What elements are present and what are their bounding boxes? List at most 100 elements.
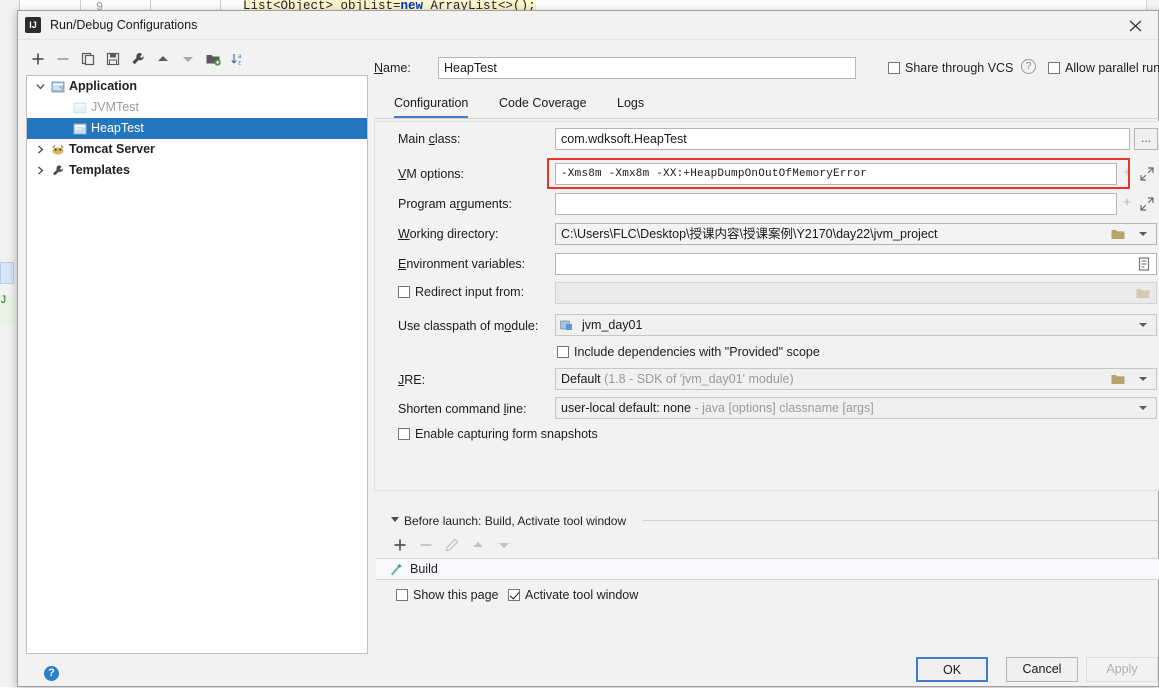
bl-edit-button — [440, 535, 464, 555]
tree-item-label: Tomcat Server — [69, 142, 155, 156]
share-vcs-checkbox-box[interactable] — [888, 62, 900, 74]
shorten-command-value: user-local default: none — [561, 401, 691, 415]
tree-item-label: Templates — [69, 163, 130, 177]
main-class-input[interactable]: com.wdksoft.HeapTest — [555, 128, 1130, 150]
save-configuration-button[interactable] — [101, 47, 125, 71]
shorten-command-hint: - java [options] classname [args] — [694, 401, 874, 415]
include-provided-scope-checkbox[interactable]: Include dependencies with "Provided" sco… — [557, 345, 820, 359]
config-icon — [73, 122, 87, 136]
jre-dropdown-arrow[interactable] — [1139, 377, 1147, 381]
main-class-browse-button[interactable]: ... — [1134, 128, 1158, 150]
svg-text:z: z — [238, 61, 241, 67]
redirect-input-checkbox-box[interactable] — [398, 286, 410, 298]
redirect-input-label: Redirect input from: — [415, 285, 525, 299]
chevron-right-icon[interactable] — [33, 139, 47, 160]
before-launch-task-list[interactable]: Build — [376, 558, 1159, 580]
svg-text:a: a — [238, 54, 242, 60]
edit-templates-button[interactable] — [126, 47, 150, 71]
hammer-icon — [388, 562, 404, 578]
working-directory-browse-icon[interactable] — [1108, 223, 1128, 245]
activate-window-checkbox-box[interactable] — [508, 589, 520, 601]
program-arguments-label: Program arguments: — [398, 197, 512, 211]
jre-combo[interactable]: Default (1.8 - SDK of 'jvm_day01' module… — [555, 368, 1157, 390]
redirect-input-browse-icon — [1133, 282, 1153, 304]
vm-options-expand-icon[interactable] — [1137, 163, 1157, 185]
copy-configuration-button[interactable] — [76, 47, 100, 71]
shorten-command-line-label: Shorten command line: — [398, 402, 527, 416]
application-icon — [51, 80, 65, 94]
main-class-label: Main class: — [398, 132, 461, 146]
working-directory-input[interactable]: C:\Users\FLC\Desktop\授课内容\授课案例\Y2170\day… — [555, 223, 1157, 245]
redirect-input-field — [555, 282, 1157, 304]
configuration-tabs: Configuration Code Coverage Logs — [374, 91, 1159, 119]
wrench-icon — [51, 164, 65, 178]
tree-item-jvmtest[interactable]: JVMTest — [27, 97, 367, 118]
form-snapshots-checkbox-box[interactable] — [398, 428, 410, 440]
activate-tool-window-checkbox[interactable]: Activate tool window — [508, 588, 638, 602]
tab-logs[interactable]: Logs — [617, 91, 644, 118]
configurations-tree[interactable]: Application JVMTest HeapTest Tomcat Server T… — [26, 75, 368, 654]
before-launch-collapse-arrow[interactable] — [391, 517, 399, 522]
include-provided-label: Include dependencies with "Provided" sco… — [574, 345, 820, 359]
remove-configuration-button[interactable] — [51, 47, 75, 71]
configurations-toolbar: az — [26, 47, 368, 73]
classpath-module-dropdown-arrow[interactable] — [1139, 323, 1147, 327]
ok-button[interactable]: OK — [916, 657, 988, 682]
cancel-button[interactable]: Cancel — [1006, 657, 1078, 682]
chevron-down-icon[interactable] — [33, 76, 47, 97]
bl-add-button[interactable] — [388, 535, 412, 555]
move-down-button[interactable] — [176, 47, 200, 71]
tab-code-coverage[interactable]: Code Coverage — [499, 91, 587, 118]
before-launch-header: Before launch: Build, Activate tool wind… — [404, 514, 627, 528]
module-icon — [560, 319, 574, 332]
run-debug-configurations-dialog: IJ Run/Debug Configurations a z Applicat… — [17, 10, 1159, 687]
dialog-titlebar: IJ Run/Debug Configurations — [18, 11, 1158, 40]
redirect-input-checkbox[interactable]: Redirect input from: — [398, 285, 524, 299]
name-input[interactable] — [438, 57, 856, 79]
allow-parallel-run-checkbox[interactable]: Allow parallel run — [1048, 61, 1159, 75]
add-configuration-button[interactable] — [26, 47, 50, 71]
tree-item-label: HeapTest — [91, 121, 144, 135]
apply-button: Apply — [1086, 657, 1158, 682]
jre-value: Default — [561, 372, 601, 386]
environment-variables-edit-icon[interactable] — [1134, 253, 1154, 275]
allow-parallel-label: Allow parallel run — [1065, 61, 1159, 75]
program-arguments-input[interactable] — [555, 193, 1117, 215]
vm-options-macro-button[interactable]: + — [1117, 163, 1137, 185]
working-directory-dropdown-arrow[interactable] — [1139, 232, 1147, 236]
form-snapshots-checkbox[interactable]: Enable capturing form snapshots — [398, 427, 598, 441]
move-into-folder-button[interactable] — [201, 47, 225, 71]
classpath-module-combo[interactable]: jvm_day01 — [555, 314, 1157, 336]
bl-move-up-button — [466, 535, 490, 555]
move-up-button[interactable] — [151, 47, 175, 71]
include-provided-checkbox-box[interactable] — [557, 346, 569, 358]
show-this-page-checkbox[interactable]: Show this page — [396, 588, 498, 602]
vm-options-input[interactable]: -Xms8m -Xmx8m -XX:+HeapDumpOnOutOfMemory… — [555, 163, 1117, 185]
chevron-right-icon[interactable] — [33, 160, 47, 181]
program-arguments-macro-button[interactable]: + — [1117, 193, 1137, 215]
before-launch-task-label: Build — [410, 562, 438, 576]
sort-configurations-button[interactable]: az — [226, 47, 250, 71]
tree-item-tomcat-server[interactable]: Tomcat Server — [27, 139, 367, 160]
gutter-marker-blue — [0, 262, 14, 284]
tree-item-application[interactable]: Application — [27, 76, 367, 97]
bl-move-down-button — [492, 535, 516, 555]
show-page-checkbox-box[interactable] — [396, 589, 408, 601]
allow-parallel-checkbox-box[interactable] — [1048, 62, 1060, 74]
shorten-command-line-combo[interactable]: user-local default: none - java [options… — [555, 397, 1157, 419]
share-through-vcs-checkbox[interactable]: Share through VCS — [888, 61, 1013, 75]
tree-item-templates[interactable]: Templates — [27, 160, 367, 181]
close-icon[interactable] — [1114, 11, 1158, 40]
dialog-title: Run/Debug Configurations — [50, 18, 198, 32]
jre-browse-icon[interactable] — [1108, 368, 1128, 390]
shorten-command-dropdown-arrow[interactable] — [1139, 406, 1147, 410]
form-snapshots-label: Enable capturing form snapshots — [415, 427, 598, 441]
share-vcs-help-icon[interactable]: ? — [1021, 59, 1036, 74]
name-label: Name: — [374, 61, 411, 75]
program-arguments-expand-icon[interactable] — [1137, 193, 1157, 215]
tree-item-heaptest[interactable]: HeapTest — [27, 118, 367, 139]
tree-item-label: JVMTest — [91, 100, 139, 114]
tab-configuration[interactable]: Configuration — [394, 91, 469, 118]
jre-label: JRE: — [398, 373, 426, 387]
environment-variables-input[interactable] — [555, 253, 1157, 275]
